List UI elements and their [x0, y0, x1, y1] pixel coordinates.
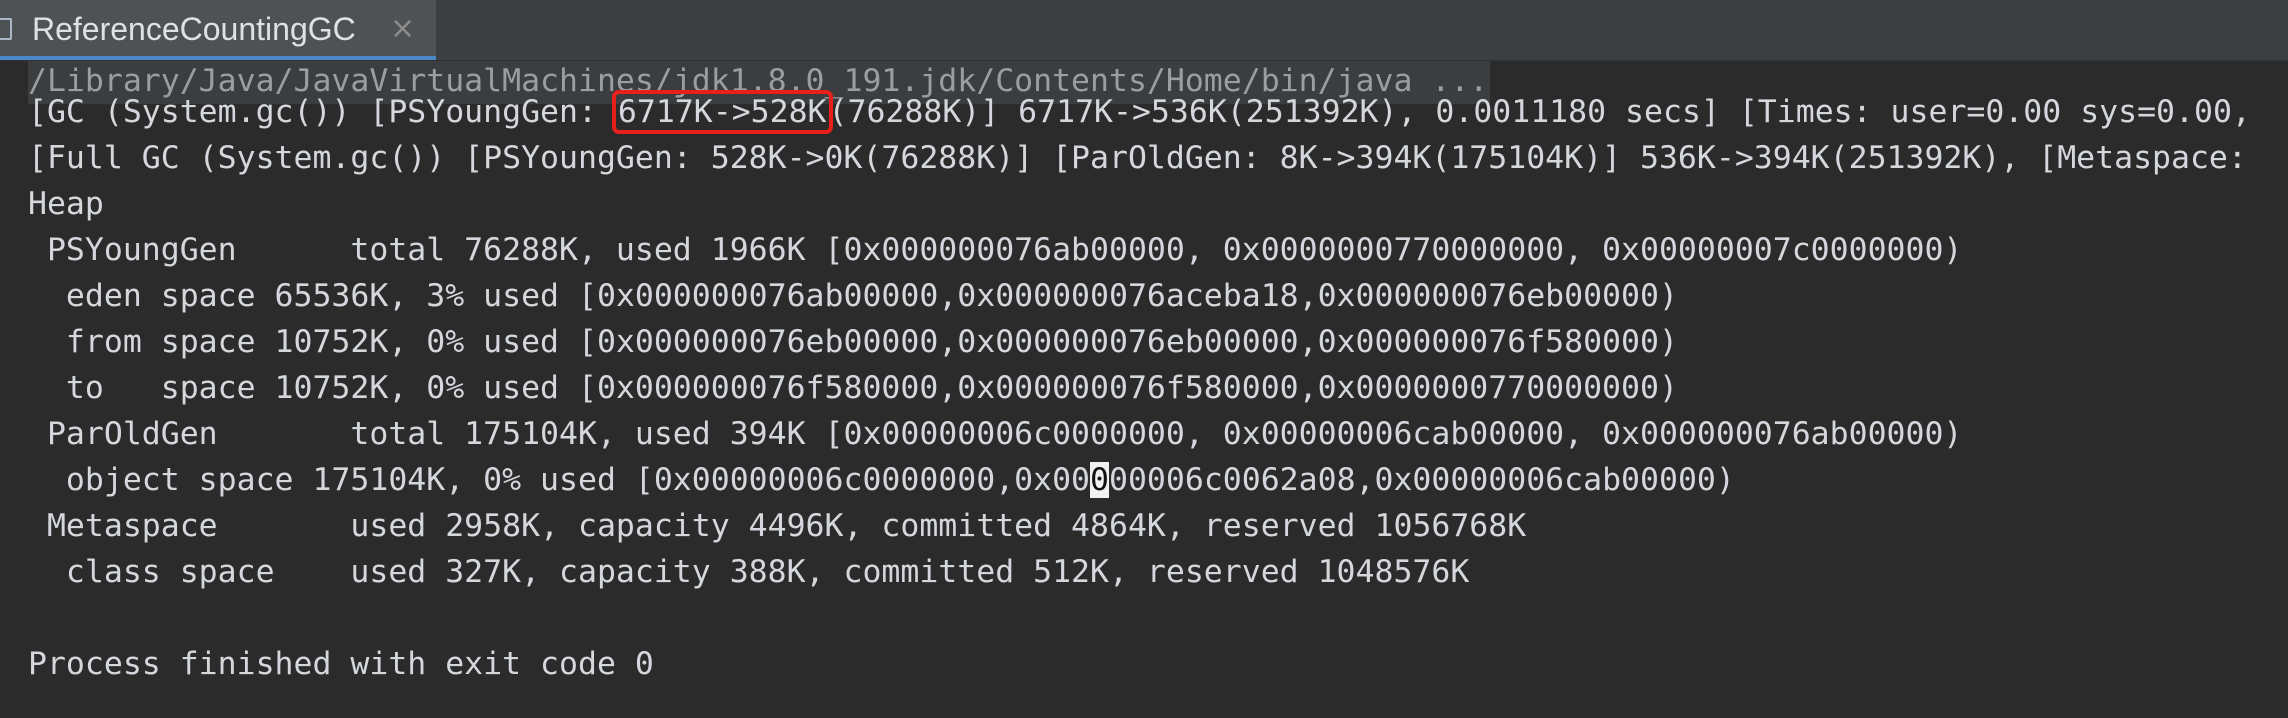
from-space-line: from space 10752K, 0% used [0x000000076e… — [28, 324, 1678, 360]
close-icon[interactable]: × — [390, 11, 415, 47]
text-cursor: 0 — [1090, 462, 1109, 498]
console-output[interactable]: /Library/Java/JavaVirtualMachines/jdk1.8… — [0, 61, 2288, 718]
gc-log-line: [GC (System.gc()) [PSYoungGen: 6717K->52… — [28, 89, 2251, 135]
highlighted-young-gen-change: 6717K->528K — [611, 90, 833, 134]
eden-space-line: eden space 65536K, 3% used [0x000000076a… — [28, 278, 1678, 314]
class-space-line: class space used 327K, capacity 388K, co… — [28, 554, 1470, 590]
gc-log-suffix: (76288K)] 6717K->536K(251392K), 0.001118… — [828, 94, 2251, 130]
console-icon — [0, 18, 12, 40]
metaspace-line: Metaspace used 2958K, capacity 4496K, co… — [28, 508, 1527, 544]
tab-referencecountinggc[interactable]: ReferenceCountingGC × — [0, 0, 436, 60]
tab-bar: ReferenceCountingGC × — [0, 0, 2288, 61]
object-space-line: object space 175104K, 0% used [0x0000000… — [28, 457, 1735, 503]
gc-log-prefix: [GC (System.gc()) [PSYoungGen: — [28, 94, 616, 130]
exit-message: Process finished with exit code 0 — [28, 646, 654, 682]
psyounggen-line: PSYoungGen total 76288K, used 1966K [0x0… — [28, 232, 1963, 268]
tab-title: ReferenceCountingGC — [32, 11, 356, 47]
full-gc-log-line: [Full GC (System.gc()) [PSYoungGen: 528K… — [28, 140, 2247, 176]
to-space-line: to space 10752K, 0% used [0x000000076f58… — [28, 370, 1678, 406]
object-space-after-cursor: 00006c0062a08,0x00000006cab00000) — [1109, 462, 1735, 498]
object-space-before-cursor: object space 175104K, 0% used [0x0000000… — [28, 462, 1091, 498]
heap-label: Heap — [28, 186, 104, 222]
paroldgen-line: ParOldGen total 175104K, used 394K [0x00… — [28, 416, 1963, 452]
